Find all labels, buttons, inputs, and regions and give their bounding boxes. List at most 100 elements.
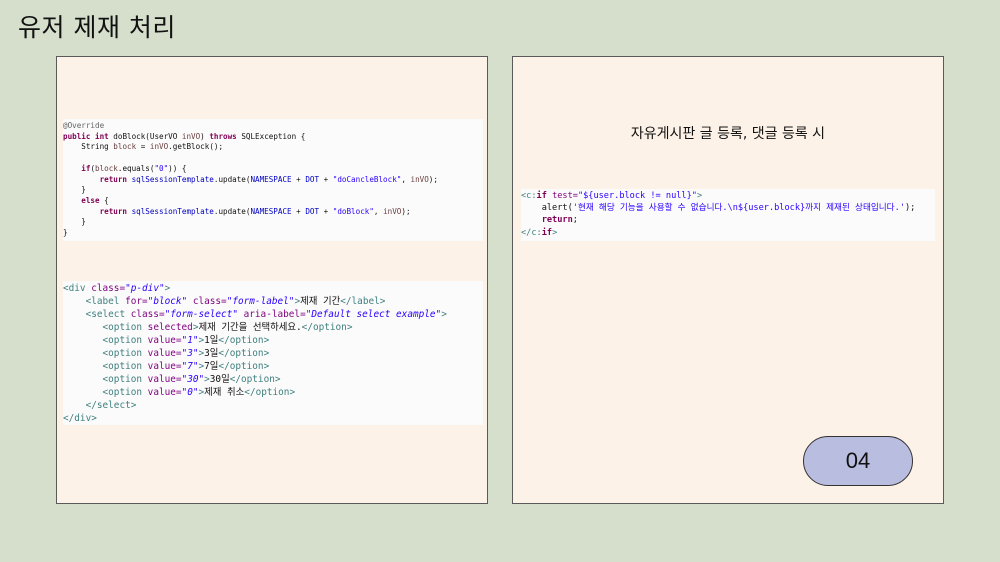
code-token: NAMESPACE (250, 206, 292, 216)
code-line: <option value="3">3일</option> (63, 347, 483, 360)
code-token: throws (209, 131, 242, 141)
code-token: 1일 (204, 335, 219, 346)
code-token: <c: (521, 191, 537, 201)
code-token: </option> (301, 322, 353, 333)
code-token: + (319, 174, 333, 184)
code-token: DOT (305, 206, 320, 216)
code-line: <c:if test="${user.block != null}"> (521, 190, 935, 202)
code-token: 제재 취소 (204, 387, 245, 398)
code-line: public int doBlock(UserVO inVO) throws S… (63, 132, 483, 143)
code-token: .getBlock(); (168, 142, 224, 152)
code-token: <option (63, 322, 148, 333)
java-code-block: @Override public int doBlock(UserVO inVO)… (63, 119, 483, 241)
code-line: return sqlSessionTemplate.update(NAMESPA… (63, 175, 483, 186)
code-token: test= (552, 191, 578, 201)
code-line: <option value="7">7일</option> (63, 360, 483, 373)
code-token: 제재 기간을 선택하세요. (198, 322, 302, 333)
code-line: </c:if> (521, 227, 935, 239)
code-token: "0" (154, 163, 169, 173)
code-token: .equals( (117, 163, 155, 173)
code-token: </option> (218, 361, 270, 372)
code-token: "Default select example" (305, 309, 442, 320)
code-token: 3일 (204, 348, 219, 359)
code-token: aria-label= (237, 309, 306, 320)
code-token: .update( (213, 174, 251, 184)
page-title: 유저 제재 처리 (18, 13, 176, 42)
code-token: 30일 (209, 374, 230, 385)
code-token: , (401, 174, 411, 184)
code-line: String block = inVO.getBlock(); (63, 142, 483, 153)
code-token: ) (200, 131, 210, 141)
code-token: for= (125, 296, 148, 307)
code-line: } (63, 228, 483, 239)
code-token: <option (63, 387, 148, 398)
code-token: ); (428, 174, 438, 184)
code-token: </option> (218, 348, 270, 359)
code-token: </select> (63, 400, 137, 411)
code-line: if(block.equals("0")) { (63, 164, 483, 175)
code-token: "form-select" (164, 309, 238, 320)
code-token: <option (63, 374, 148, 385)
jsp-code-block: <c:if test="${user.block != null}"> aler… (521, 189, 935, 241)
code-token: ; (572, 215, 578, 226)
code-token: </option> (244, 387, 296, 398)
code-line: return; (521, 214, 935, 226)
code-token: "3" (181, 348, 199, 359)
code-token: "${user.block != null}" (577, 191, 697, 201)
code-token: sqlSessionTemplate (131, 206, 214, 216)
code-token: "30" (181, 374, 205, 385)
code-token: inVO (149, 142, 169, 152)
code-token: } (63, 217, 86, 227)
code-line: <option value="0">제재 취소</option> (63, 386, 483, 399)
code-token: inVO (181, 131, 201, 141)
code-token: = (136, 142, 150, 152)
code-token: return (63, 174, 132, 184)
code-token: sqlSessionTemplate (131, 174, 214, 184)
code-token: "p-div" (125, 283, 165, 294)
code-line: alert('현재 해당 기능을 사용할 수 없습니다.\n${user.blo… (521, 202, 935, 214)
code-token: + (291, 174, 306, 184)
code-token: @Override (63, 121, 105, 130)
code-token: "doBlock" (332, 206, 374, 216)
code-token: > (696, 191, 703, 201)
code-token: return (521, 215, 573, 226)
code-token: .update( (213, 206, 251, 216)
code-token: DOT (305, 174, 320, 184)
code-token: "1" (181, 335, 199, 346)
code-line: } (63, 217, 483, 228)
code-line: </select> (63, 399, 483, 412)
code-token: class= (130, 309, 165, 320)
html-code-block: <div class="p-div"> <label for="block" c… (63, 281, 483, 425)
code-token: > (552, 227, 558, 238)
code-line: @Override (63, 121, 483, 132)
code-token: > (164, 283, 171, 294)
code-token: } (63, 228, 68, 238)
code-token: <select (63, 309, 131, 320)
code-token: <option (63, 335, 148, 346)
code-token: > (441, 309, 447, 320)
code-token: 제재 기간 (300, 296, 341, 307)
code-token: return (63, 206, 132, 216)
code-token: value= (147, 335, 182, 346)
code-token: if (536, 191, 553, 201)
code-token: NAMESPACE (250, 174, 292, 184)
code-line: <select class="form-select" aria-label="… (63, 308, 483, 321)
code-token: "doCancleBlock" (332, 174, 402, 184)
code-token: "7" (181, 361, 199, 372)
code-token: public int (63, 131, 114, 141)
code-token: if (541, 227, 553, 238)
code-line: </div> (63, 412, 483, 425)
code-token: 7일 (204, 361, 219, 372)
code-line: } (63, 185, 483, 196)
code-token: <label (63, 296, 126, 307)
code-token: block (113, 142, 137, 152)
code-token: class= (187, 296, 227, 307)
panel-subtitle: 자유게시판 글 등록, 댓글 등록 시 (630, 126, 826, 142)
code-token: if (63, 163, 91, 173)
code-token: "form-label" (226, 296, 295, 307)
code-token: + (291, 206, 306, 216)
code-token: doBlock(UserVO (113, 131, 182, 141)
code-token: ); (904, 203, 916, 214)
code-token: value= (147, 348, 182, 359)
